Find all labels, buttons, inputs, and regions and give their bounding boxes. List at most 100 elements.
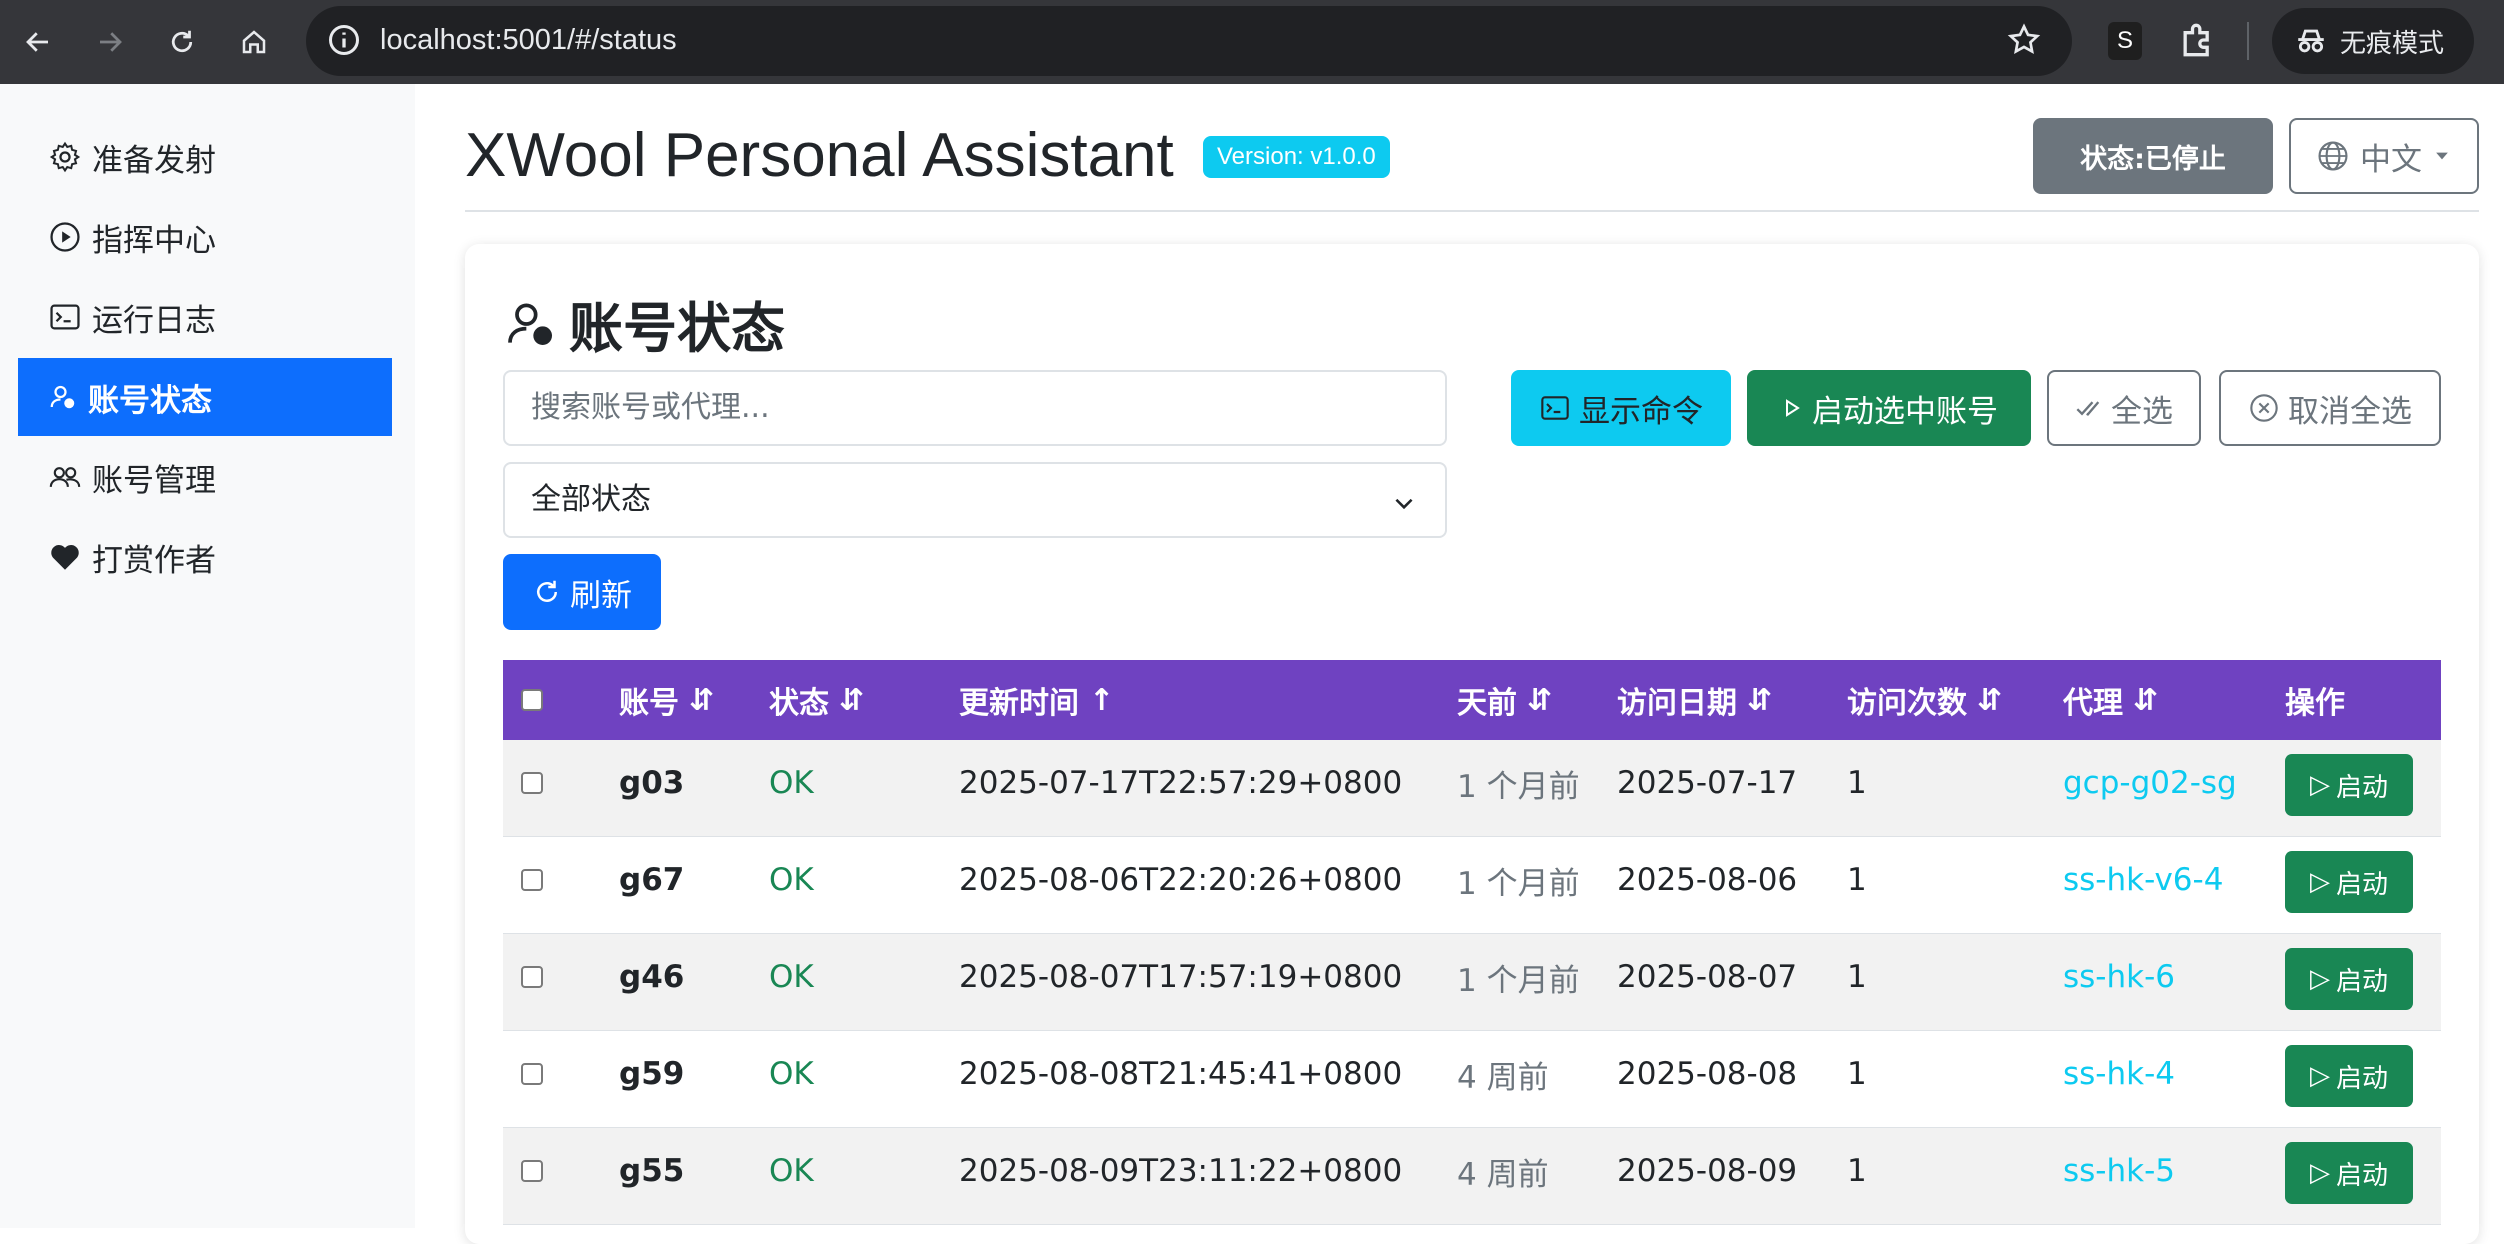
status-button[interactable]: 状态:已停止 [2033, 118, 2273, 194]
column-header-visit-date[interactable]: 访问日期 ⇵ [1617, 660, 1772, 740]
sidebar-item-donate[interactable]: 打赏作者 [18, 518, 392, 596]
language-dropdown[interactable]: 中文 [2289, 118, 2479, 194]
sidebar-item-label: 运行日志 [92, 302, 216, 339]
address-bar[interactable]: localhost:5001/#/status [306, 6, 2072, 76]
column-header-account[interactable]: 账号 ⇵ [619, 660, 714, 740]
search-input[interactable]: 搜索账号或代理... [503, 370, 1447, 446]
show-command-button[interactable]: 显示命令 [1511, 370, 1731, 446]
row-start-button[interactable]: ▷ 启动 [2285, 948, 2413, 1010]
row-checkbox[interactable] [521, 966, 543, 988]
sidebar-item-command-center[interactable]: 指挥中心 [18, 198, 392, 276]
sidebar: 准备发射 指挥中心 运行日志 账号状态 账号管理 打赏作者 [0, 84, 415, 1228]
sort-icon: ⇵ [1977, 682, 2003, 718]
row-checkbox[interactable] [521, 772, 543, 794]
incognito-badge[interactable]: 无痕模式 [2272, 8, 2474, 74]
row-checkbox[interactable] [521, 1063, 543, 1085]
globe-icon [2318, 141, 2348, 171]
extension-s-icon[interactable]: S [2108, 22, 2142, 60]
table-row: g46 OK 2025-08-07T17:57:19+0800 1 个月前 20… [503, 934, 2441, 1031]
start-selected-button[interactable]: 启动选中账号 [1747, 370, 2031, 446]
header-label: 账号 [619, 686, 679, 721]
ago-cell: 1 个月前 [1457, 865, 1580, 902]
row-start-button[interactable]: ▷ 启动 [2285, 851, 2413, 913]
header-label: 状态 [769, 686, 829, 721]
status-filter-value: 全部状态 [531, 482, 651, 517]
play-icon: ▷ [2309, 1158, 2330, 1188]
visit-count-cell: 1 [1847, 765, 1867, 801]
sidebar-item-label: 准备发射 [92, 142, 216, 179]
language-label: 中文 [2360, 141, 2422, 178]
column-header-updated[interactable]: 更新时间 ↑ [959, 660, 1114, 740]
column-header-action: 操作 [2285, 660, 2345, 740]
account-cell: g67 [619, 862, 685, 898]
visit-count-cell: 1 [1847, 1056, 1867, 1092]
check-all-icon [2076, 401, 2100, 416]
updated-cell: 2025-08-07T17:57:19+0800 [959, 959, 1403, 995]
people-icon [49, 467, 81, 488]
proxy-link[interactable]: gcp-g02-sg [2063, 740, 2237, 826]
bookmark-star-icon[interactable] [2006, 22, 2042, 62]
incognito-icon [2298, 29, 2324, 53]
column-header-proxy[interactable]: 代理 ⇵ [2063, 660, 2158, 740]
sidebar-item-label: 账号管理 [92, 462, 216, 499]
home-button[interactable] [230, 18, 278, 66]
proxy-link[interactable]: ss-hk-6 [2063, 934, 2175, 1020]
site-info-icon[interactable] [326, 22, 362, 62]
sidebar-item-prepare[interactable]: 准备发射 [18, 118, 392, 196]
proxy-link[interactable]: ss-hk-4 [2063, 1031, 2175, 1117]
play-icon [1786, 399, 1800, 417]
main-content: XWool Personal Assistant Version: v1.0.0… [415, 84, 2504, 1244]
deselect-all-button[interactable]: 取消全选 [2219, 370, 2441, 446]
refresh-icon [537, 580, 557, 602]
sidebar-item-logs[interactable]: 运行日志 [18, 278, 392, 356]
extensions-puzzle-icon[interactable] [2176, 18, 2220, 66]
row-start-button[interactable]: ▷ 启动 [2285, 754, 2413, 816]
proxy-link[interactable]: ss-hk-5 [2063, 1128, 2175, 1214]
forward-button[interactable] [86, 18, 134, 66]
status-cell: OK [769, 765, 814, 801]
checkbox[interactable] [521, 689, 543, 711]
arrow-right-icon [100, 32, 122, 52]
visit-count-cell: 1 [1847, 862, 1867, 898]
refresh-button[interactable]: 刷新 [503, 554, 661, 630]
toolbar-divider [2247, 22, 2249, 60]
play-circle-icon [50, 222, 80, 252]
sidebar-item-account-status[interactable]: 账号状态 [18, 358, 392, 436]
row-checkbox[interactable] [521, 1160, 543, 1182]
back-button[interactable] [14, 18, 62, 66]
header-label: 代理 [2063, 686, 2123, 721]
table-row: g03 OK 2025-07-17T22:57:29+0800 1 个月前 20… [503, 740, 2441, 837]
page-title: XWool Personal Assistant [465, 121, 1174, 190]
reload-button[interactable] [158, 18, 206, 66]
account-cell: g59 [619, 1056, 685, 1092]
table-row: g67 OK 2025-08-06T22:20:26+0800 1 个月前 20… [503, 837, 2441, 934]
row-checkbox[interactable] [521, 869, 543, 891]
row-start-label: 启动 [2335, 772, 2388, 803]
select-all-button[interactable]: 全选 [2047, 370, 2201, 446]
sort-icon: ⇵ [689, 682, 715, 718]
visit-date-cell: 2025-08-07 [1617, 959, 1798, 995]
ago-cell: 4 周前 [1457, 1059, 1549, 1096]
column-header-visit-count[interactable]: 访问次数 ⇵ [1847, 660, 2002, 740]
proxy-link[interactable]: ss-hk-v6-4 [2063, 837, 2223, 923]
sort-icon: ⇵ [2133, 682, 2159, 718]
updated-cell: 2025-08-06T22:20:26+0800 [959, 862, 1403, 898]
row-start-label: 启动 [2335, 1160, 2388, 1191]
column-header-ago[interactable]: 天前 ⇵ [1457, 660, 1552, 740]
start-selected-label: 启动选中账号 [1812, 393, 1998, 430]
deselect-all-label: 取消全选 [2288, 393, 2412, 430]
status-cell: OK [769, 862, 814, 898]
header-label: 天前 [1457, 686, 1517, 721]
visit-date-cell: 2025-08-06 [1617, 862, 1798, 898]
row-start-button[interactable]: ▷ 启动 [2285, 1045, 2413, 1107]
home-icon [242, 30, 266, 54]
sidebar-item-account-management[interactable]: 账号管理 [18, 438, 392, 516]
status-filter-select[interactable]: 全部状态 [503, 462, 1447, 538]
play-icon: ▷ [2309, 1061, 2330, 1091]
column-header-status[interactable]: 状态 ⇵ [769, 660, 864, 740]
select-all-checkbox[interactable] [521, 660, 543, 740]
row-start-button[interactable]: ▷ 启动 [2285, 1142, 2413, 1204]
gear-icon [49, 141, 81, 173]
chevron-down-icon [1395, 498, 1413, 510]
account-cell: g46 [619, 959, 685, 995]
